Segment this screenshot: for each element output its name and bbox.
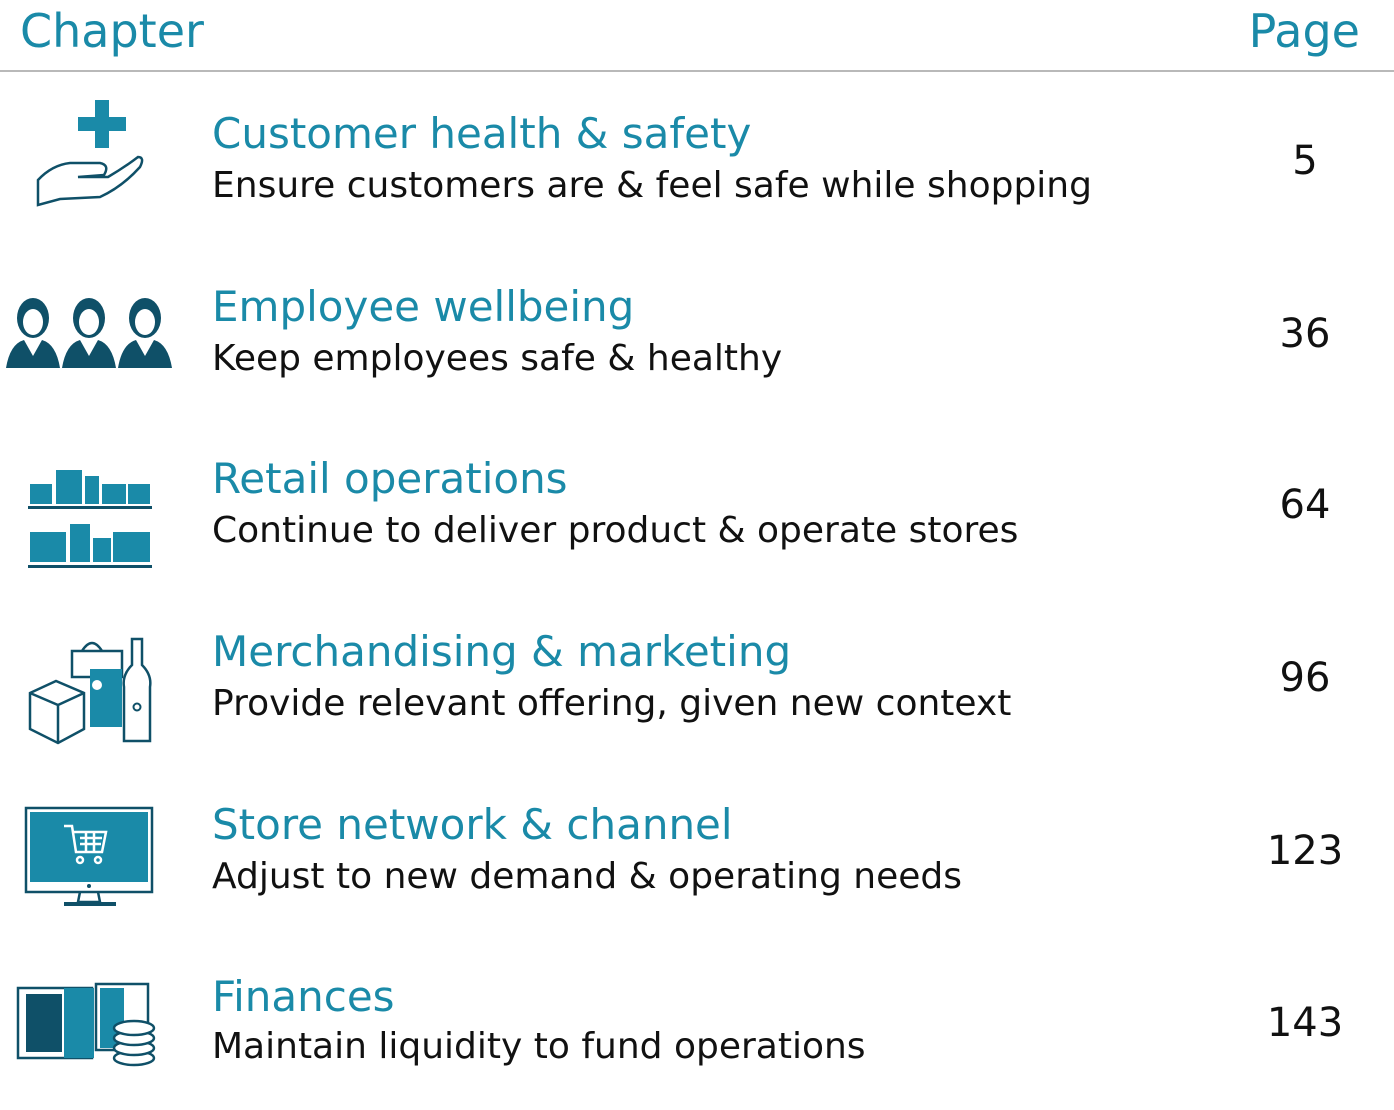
toc-header: Chapter Page — [0, 0, 1394, 72]
page-column-heading: Page — [1248, 4, 1360, 58]
header-divider — [0, 70, 1394, 72]
row-page-number: 64 — [1279, 482, 1331, 528]
row-subtitle: Provide relevant offering, given new con… — [212, 683, 1012, 724]
row-title: Finances — [212, 972, 395, 1021]
row-title: Customer health & safety — [212, 109, 752, 158]
row-title: Employee wellbeing — [212, 282, 635, 331]
row-title: Retail operations — [212, 454, 568, 503]
row-page-number: 36 — [1279, 311, 1331, 357]
row-subtitle: Maintain liquidity to fund operations — [212, 1026, 866, 1067]
toc-row-store-network[interactable]: Store network & channel Adjust to new de… — [0, 788, 1394, 938]
row-title: Merchandising & marketing — [212, 627, 792, 676]
toc-row-retail-operations[interactable]: Retail operations Continue to deliver pr… — [0, 442, 1394, 592]
toc-row-customer-health[interactable]: Customer health & safety Ensure customer… — [0, 95, 1394, 245]
row-subtitle: Continue to deliver product & operate st… — [212, 510, 1019, 551]
row-subtitle: Ensure customers are & feel safe while s… — [212, 165, 1092, 206]
money-coins-icon — [0, 978, 185, 1088]
row-title: Store network & channel — [212, 800, 733, 849]
shelf-boxes-icon — [0, 462, 185, 572]
monitor-cart-icon — [0, 804, 185, 914]
toc-row-employee-wellbeing[interactable]: Employee wellbeing Keep employees safe &… — [0, 268, 1394, 418]
products-bag-bottle-icon — [0, 635, 185, 745]
row-page-number: 123 — [1266, 828, 1344, 874]
toc-row-finances[interactable]: Finances Maintain liquidity to fund oper… — [0, 960, 1394, 1110]
row-subtitle: Adjust to new demand & operating needs — [212, 856, 963, 897]
employees-icon — [0, 296, 185, 406]
row-page-number: 143 — [1266, 1000, 1344, 1046]
row-subtitle: Keep employees safe & healthy — [212, 338, 783, 379]
chapter-column-heading: Chapter — [20, 4, 204, 58]
toc-row-merchandising[interactable]: Merchandising & marketing Provide releva… — [0, 615, 1394, 765]
row-page-number: 96 — [1279, 655, 1331, 701]
hand-medical-cross-icon — [0, 95, 185, 207]
row-page-number: 5 — [1292, 138, 1318, 184]
